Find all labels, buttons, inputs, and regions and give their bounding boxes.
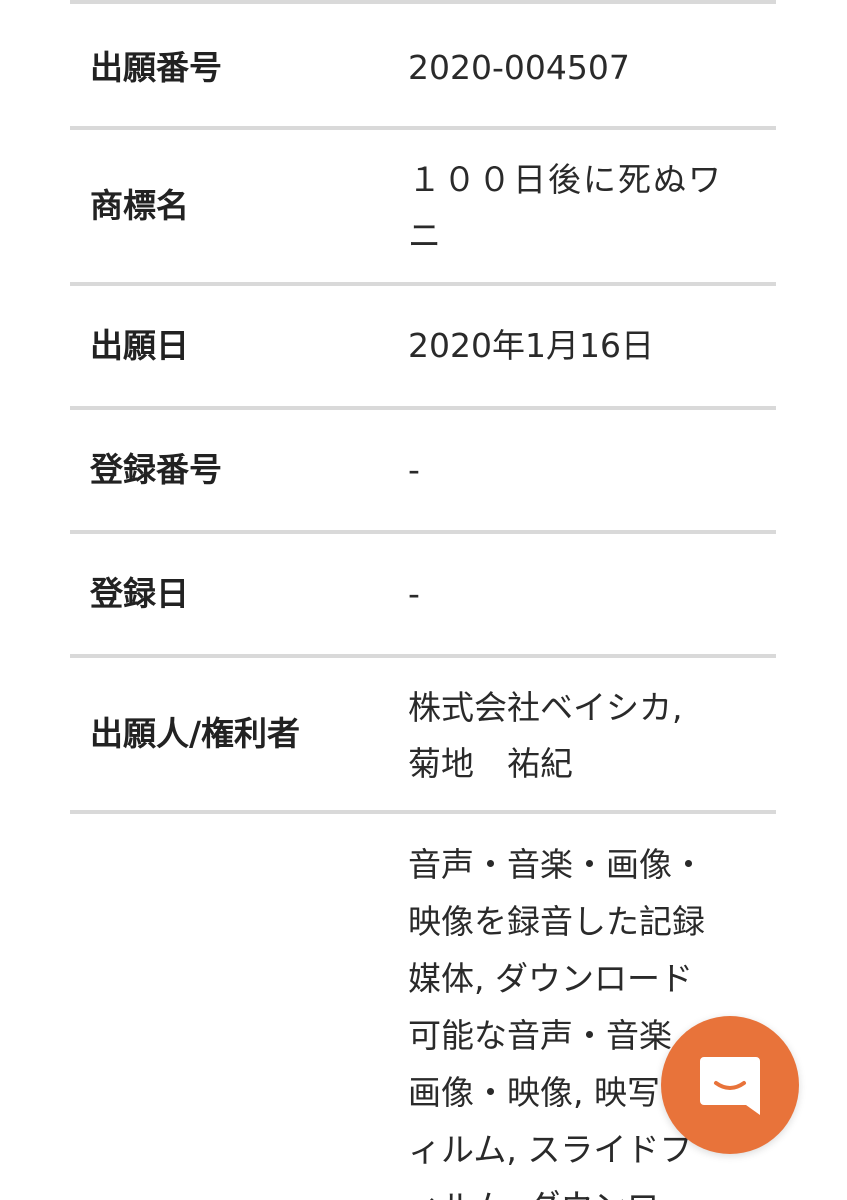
row-label-application-date: 出願日: [90, 326, 189, 365]
row-value-registration-date: -: [408, 574, 420, 613]
table-row: 商標名 １００日後に死ぬワニ: [70, 130, 776, 286]
chat-launcher-button[interactable]: [661, 1016, 799, 1154]
goods-line: 音声・音楽・画像・: [408, 845, 705, 884]
goods-line: 映像を録音した記録: [408, 902, 705, 941]
table-row: 出願番号 2020-004507: [70, 4, 776, 130]
row-label-registration-number: 登録番号: [90, 450, 222, 489]
table-row: 出願人/権利者 株式会社ベイシカ, 菊地 祐紀: [70, 658, 776, 814]
row-value-trademark-name: １００日後に死ぬワニ: [408, 160, 723, 255]
table-row: 音声・音楽・画像・ 映像を録音した記録 媒体, ダウンロード 可能な音声・音楽・…: [70, 814, 776, 1200]
table-row: 出願日 2020年1月16日: [70, 286, 776, 410]
goods-line: 媒体, ダウンロード: [408, 959, 693, 998]
trademark-detail-table: 出願番号 2020-004507 商標名 １００日後に死ぬワニ 出願日 2020…: [70, 0, 776, 1200]
table-row: 登録番号 -: [70, 410, 776, 534]
row-value-application-date: 2020年1月16日: [408, 326, 654, 365]
row-label-trademark-name: 商標名: [90, 186, 189, 225]
applicant-line: 菊地 祐紀: [408, 744, 573, 783]
row-label-applicant: 出願人/権利者: [90, 714, 301, 753]
goods-line: ィルム, ダウンロー: [408, 1178, 758, 1200]
row-value-applicant: 株式会社ベイシカ, 菊地 祐紀: [408, 680, 758, 792]
row-value-registration-number: -: [408, 450, 420, 489]
applicant-line: 株式会社ベイシカ,: [408, 688, 683, 727]
row-value-application-number: 2020-004507: [408, 48, 630, 87]
row-label-registration-date: 登録日: [90, 574, 189, 613]
chat-bubble-icon: [694, 1049, 766, 1121]
row-label-application-number: 出願番号: [90, 48, 222, 87]
table-row: 登録日 -: [70, 534, 776, 658]
